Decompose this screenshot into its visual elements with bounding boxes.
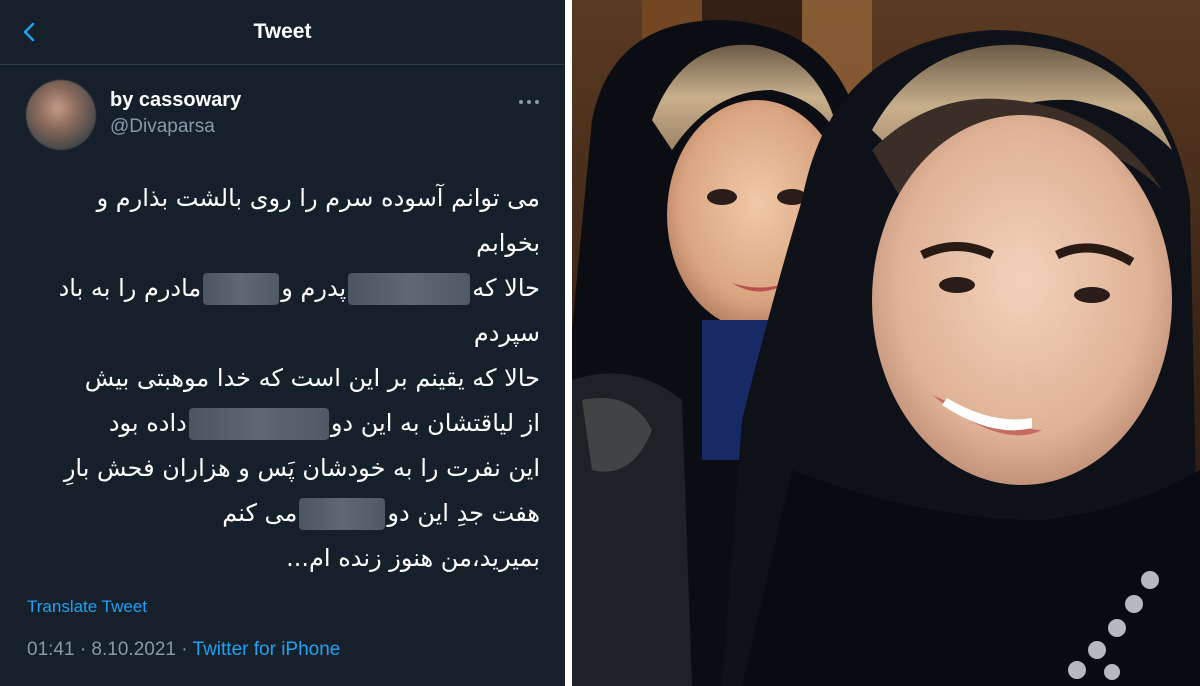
photo-panel xyxy=(572,0,1200,686)
tweet-line: حالا که پدرم و مادرم را به باد xyxy=(28,266,540,311)
tweet-text-segment: از لیاقتشان به این دو xyxy=(330,409,540,437)
tweet-text-segment: مادرم را به باد xyxy=(58,274,202,302)
tweet-text-segment: حالا که xyxy=(472,274,540,302)
tweet-timestamp: 01:41 · 8.10.2021 · xyxy=(27,639,188,660)
tweet-line: بخوابم xyxy=(476,229,540,257)
tweet-line: هفت جدِ این دو می کنم xyxy=(28,491,540,536)
tweet-meta: 01:41 · 8.10.2021 · Twitter for iPhone xyxy=(27,639,340,661)
tweet-text-segment: هفت جدِ این دو xyxy=(387,499,540,527)
redaction-blur xyxy=(188,408,329,440)
tweet-line: می توانم آسوده سرم را روی بالشت بذارم و xyxy=(96,184,540,212)
tweet-source-link[interactable]: Twitter for iPhone xyxy=(193,639,341,660)
tweet-line: از لیاقتشان به این دو داده بود xyxy=(28,401,540,446)
top-bar: Tweet xyxy=(0,0,565,65)
tweet-line: حالا که یقینم بر این است که خدا موهبتی ب… xyxy=(84,364,540,392)
tweet-text: می توانم آسوده سرم را روی بالشت بذارم و … xyxy=(28,176,540,581)
page-title: Tweet xyxy=(253,20,312,43)
tweet-line: این نفرت را به خودشان پَس و هزاران فحش ب… xyxy=(63,454,540,482)
tweet-line: سپردم xyxy=(473,319,540,347)
tweet-panel: Tweet by cassowary @Divaparsa می توانم آ… xyxy=(0,0,565,686)
selfie-photo xyxy=(572,0,1200,686)
translate-tweet-link[interactable]: Translate Tweet xyxy=(27,597,147,617)
redaction-blur xyxy=(299,498,386,530)
tweet-line: بمیرید،من هنوز زنده ام... xyxy=(286,544,540,572)
avatar[interactable] xyxy=(26,80,96,150)
tweet-text-segment: می کنم xyxy=(222,499,298,527)
author-handle[interactable]: @Divaparsa xyxy=(110,116,215,138)
tweet-text-segment: پدرم و xyxy=(281,274,347,302)
redaction-blur xyxy=(203,273,280,305)
more-options-icon[interactable] xyxy=(516,92,542,112)
tweet-text-segment: داده بود xyxy=(108,409,187,437)
redaction-blur xyxy=(348,273,471,305)
author-display-name[interactable]: by cassowary xyxy=(110,89,241,112)
